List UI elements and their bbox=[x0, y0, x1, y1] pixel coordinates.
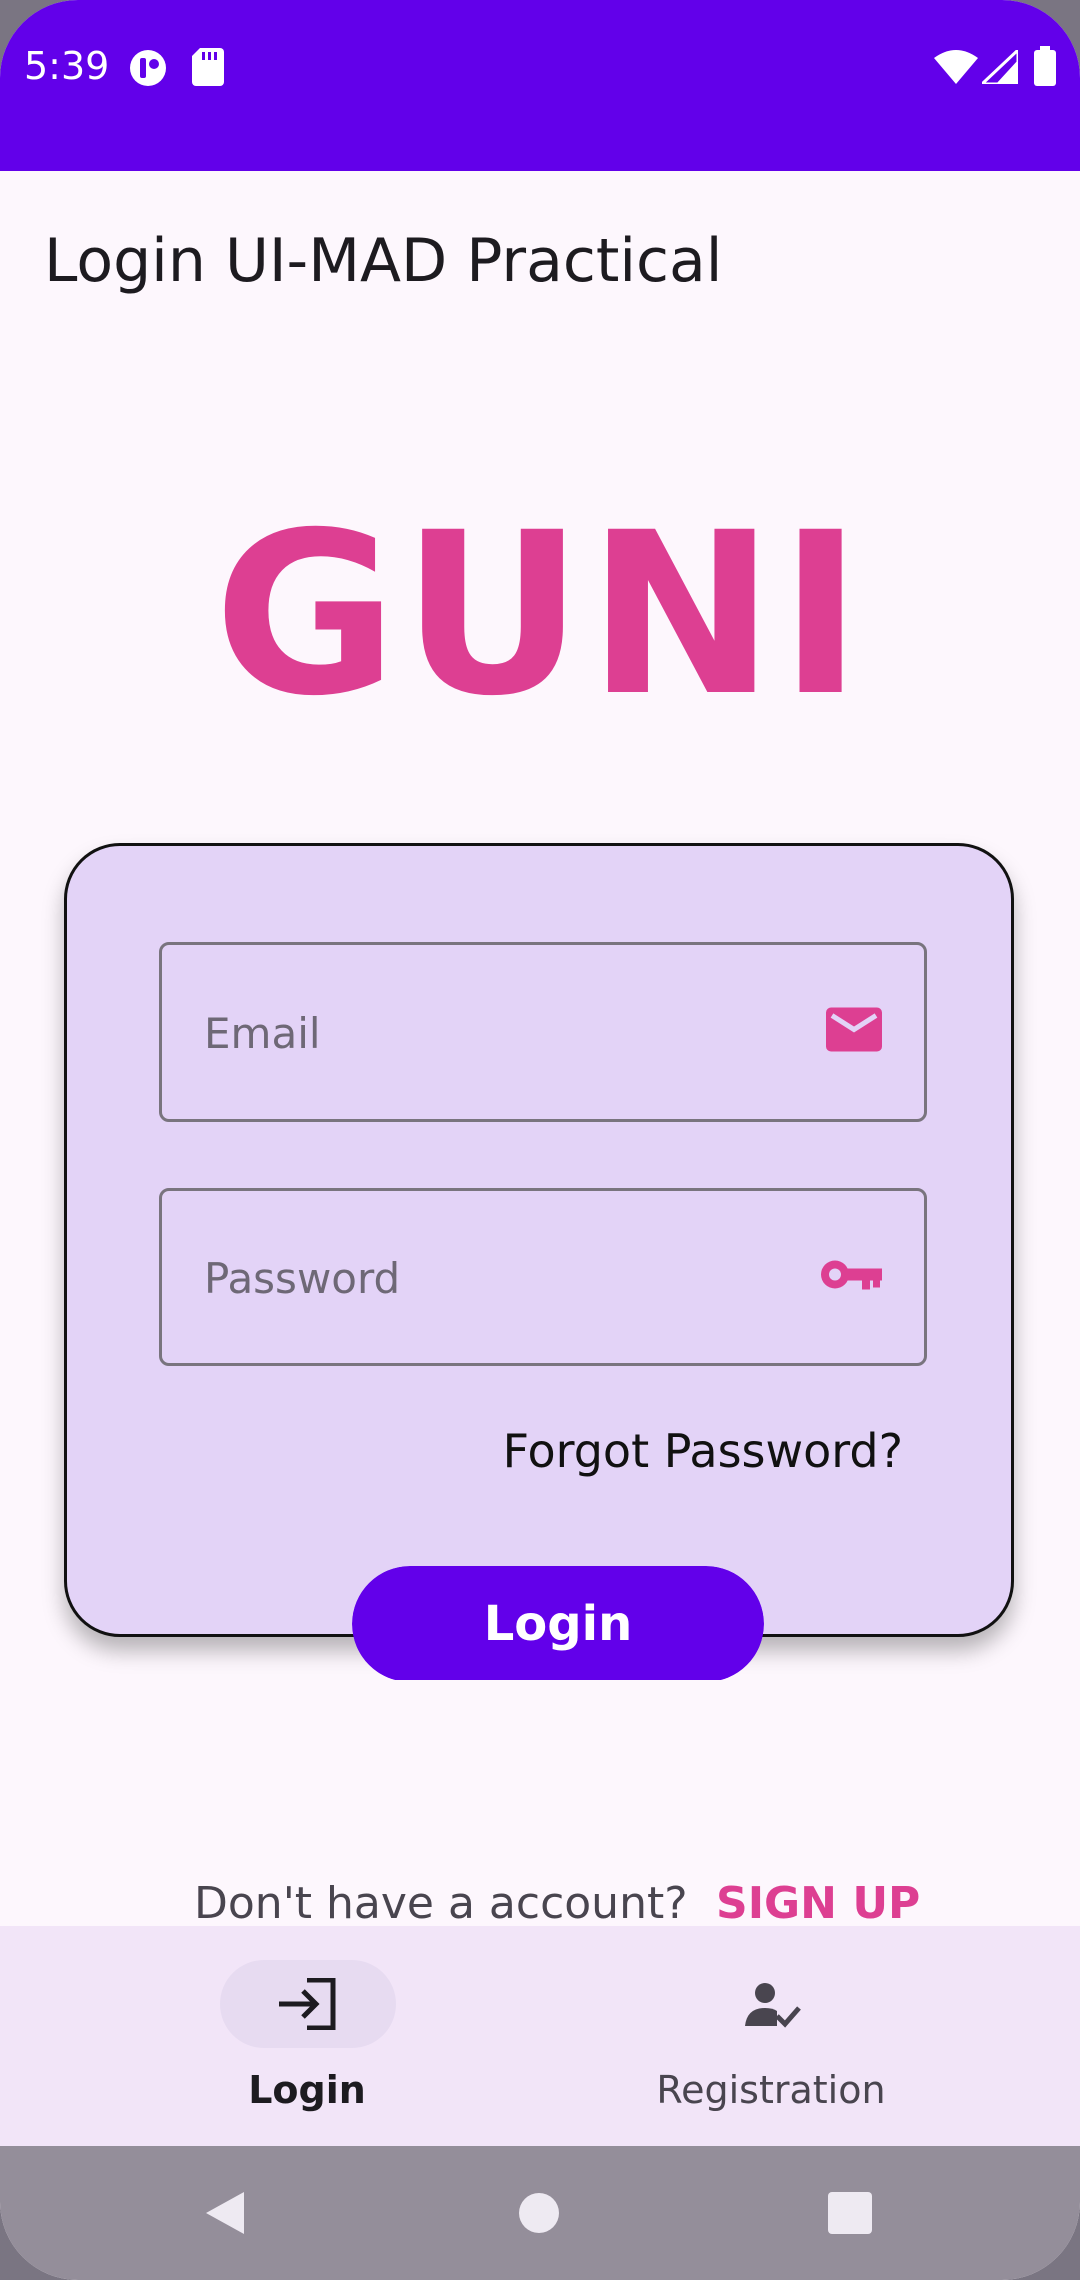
recents-icon[interactable] bbox=[828, 2192, 872, 2239]
email-field[interactable] bbox=[159, 942, 927, 1122]
back-icon[interactable] bbox=[204, 2190, 246, 2241]
notification-app-icon bbox=[128, 48, 168, 93]
status-bar: 5:39 bbox=[0, 0, 1080, 171]
battery-icon bbox=[1034, 46, 1056, 91]
page-title: Login UI-MAD Practical bbox=[44, 226, 723, 296]
nav-label-registration: Registration bbox=[656, 2068, 886, 2112]
wifi-icon bbox=[934, 50, 978, 89]
app-screen: 5:39 Login UI-MAD Practical GUNI Email F… bbox=[0, 0, 1080, 2280]
password-field[interactable] bbox=[159, 1188, 927, 1366]
person-check-icon bbox=[745, 1982, 801, 2033]
home-icon[interactable] bbox=[518, 2192, 560, 2239]
nav-label-login: Login bbox=[248, 2068, 366, 2112]
cell-signal-icon bbox=[978, 46, 1020, 89]
forgot-password-link[interactable]: Forgot Password? bbox=[503, 1424, 903, 1478]
login-card: Forgot Password? bbox=[64, 843, 1014, 1637]
guni-logo: GUNI bbox=[213, 484, 867, 745]
status-time: 5:39 bbox=[24, 44, 110, 88]
signup-link[interactable]: SIGN UP bbox=[716, 1878, 920, 1929]
password-input[interactable] bbox=[202, 1191, 766, 1365]
bottom-navigation: Login Registration bbox=[0, 1926, 1080, 2146]
nav-item-login[interactable]: Login bbox=[37, 1926, 577, 2146]
system-navigation-bar bbox=[0, 2146, 1080, 2280]
signup-prompt: Don't have a account? bbox=[194, 1878, 688, 1929]
nav-item-registration[interactable]: Registration bbox=[501, 1926, 1041, 2146]
sd-card-icon bbox=[192, 48, 224, 91]
email-icon bbox=[826, 1007, 882, 1057]
login-button-wrapper: Login bbox=[352, 1566, 764, 1680]
login-icon bbox=[277, 1977, 337, 2035]
email-input[interactable] bbox=[202, 945, 766, 1121]
key-icon bbox=[818, 1258, 882, 1297]
login-button[interactable]: Login bbox=[352, 1566, 764, 1680]
